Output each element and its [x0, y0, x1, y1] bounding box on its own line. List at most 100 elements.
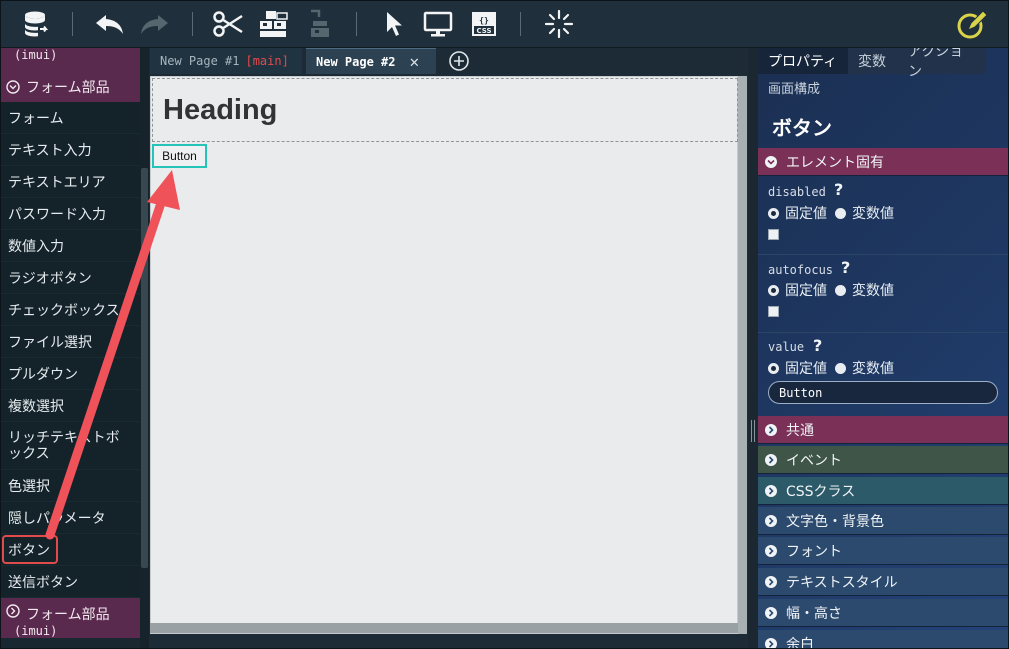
palette-item-hidden-param[interactable]: 隠しパラメータ [0, 502, 140, 534]
palette-item-number[interactable]: 数値入力 [0, 230, 140, 262]
palette-item-richtext[interactable]: リッチテキストボックス [0, 422, 140, 470]
tab-screen-structure[interactable]: 画面構成 [758, 74, 838, 100]
chevron-down-circle-icon [6, 80, 20, 94]
palette-scrollbar[interactable] [140, 48, 149, 649]
loading-spinner-icon[interactable] [543, 8, 575, 40]
radio-fixed[interactable] [768, 284, 779, 296]
section-element-specific[interactable]: エレメント固有 [758, 148, 1009, 176]
palette-group-form-parts-imui[interactable]: フォーム部品 (imui) [0, 598, 140, 638]
palette-item-label: テキスト入力 [8, 142, 92, 159]
section-common[interactable]: 共通 [758, 416, 1009, 444]
palette-group-label: フォーム部品 [26, 607, 110, 623]
toolbar-separator [520, 12, 521, 36]
tab-actions[interactable]: アクション [898, 48, 986, 80]
palette-item-label: パスワード入力 [8, 206, 106, 223]
canvas-vertical-scrollbar[interactable] [738, 76, 747, 634]
palette-group-label: フォーム部品 [26, 80, 110, 96]
palette-item-text-input[interactable]: テキスト入力 [0, 134, 140, 166]
radio-label: 変数値 [852, 361, 894, 377]
paste-structure-icon[interactable] [304, 8, 336, 40]
toolbar: {} CSS [0, 0, 1009, 48]
prop-autofocus-mode: 固定値 変数値 [768, 280, 894, 300]
palette-group-sub: (imui) [14, 624, 58, 638]
section-event[interactable]: イベント [758, 446, 1009, 474]
chevron-right-circle-icon [765, 606, 777, 619]
divider [758, 332, 1009, 333]
prop-value-input[interactable]: Button [768, 381, 998, 404]
palette-item-file[interactable]: ファイル選択 [0, 326, 140, 358]
css-file-icon[interactable]: {} CSS [468, 8, 500, 40]
palette-item-multiselect[interactable]: 複数選択 [0, 390, 140, 422]
database-export-icon[interactable] [20, 8, 52, 40]
radio-variable[interactable] [835, 284, 846, 296]
component-palette: (imui) フォーム部品 フォーム テキスト入力 テキストエリア パスワード入… [0, 48, 140, 649]
palette-item-label: ファイル選択 [8, 334, 92, 351]
section-colors[interactable]: 文字色・背景色 [758, 507, 1009, 535]
help-icon[interactable]: ? [834, 180, 843, 199]
radio-variable[interactable] [835, 362, 846, 374]
splitter-grip[interactable] [751, 420, 755, 442]
help-icon[interactable]: ? [841, 258, 850, 277]
palette-item-form[interactable]: フォーム [0, 102, 140, 134]
radio-label: 変数値 [852, 206, 894, 222]
radio-variable[interactable] [835, 207, 846, 219]
section-label: 文字色・背景色 [786, 513, 884, 530]
tab-label: 画面構成 [768, 81, 821, 97]
section-size[interactable]: 幅・高さ [758, 599, 1009, 627]
palette-item-pulldown[interactable]: プルダウン [0, 358, 140, 390]
palette-item-button[interactable]: ボタン [0, 534, 140, 566]
palette-item-label: フォーム [8, 110, 64, 127]
palette-item-radio[interactable]: ラジオボタン [0, 262, 140, 294]
palette-item-color[interactable]: 色選択 [0, 470, 140, 502]
tab-variables[interactable]: 変数 [848, 48, 898, 74]
scrollbar-thumb[interactable] [141, 168, 148, 568]
palette-item-checkbox[interactable]: チェックボックス [0, 294, 140, 326]
palette-group-form-parts[interactable]: フォーム部品 [0, 72, 140, 102]
tab-properties[interactable]: プロパティ [758, 48, 848, 74]
preview-monitor-icon[interactable] [422, 8, 454, 40]
add-tab-icon[interactable] [448, 50, 470, 72]
palette-item-label: 複数選択 [8, 398, 64, 415]
canvas-horizontal-scrollbar[interactable] [150, 623, 738, 633]
toolbar-separator [192, 12, 193, 36]
canvas-button[interactable]: Button [152, 144, 207, 168]
radio-fixed[interactable] [768, 362, 779, 374]
select-pointer-icon[interactable] [378, 8, 410, 40]
chevron-right-circle-icon [765, 544, 777, 557]
palette-item-label: 隠しパラメータ [8, 510, 106, 527]
palette-item-label: リッチテキストボックス [8, 429, 120, 462]
chevron-right-circle-icon [765, 453, 777, 466]
undo-icon[interactable] [94, 8, 126, 40]
section-label: CSSクラス [786, 483, 856, 500]
copy-structure-icon[interactable] [258, 8, 290, 40]
palette-item-label: プルダウン [8, 366, 78, 383]
palette-group-header[interactable]: (imui) [0, 48, 140, 72]
section-label: テキストスタイル [786, 574, 898, 591]
palette-item-password[interactable]: パスワード入力 [0, 198, 140, 230]
tab-new-page-2[interactable]: New Page #2 ✕ [306, 48, 436, 74]
canvas-heading[interactable]: Heading [152, 78, 738, 142]
close-icon[interactable]: ✕ [409, 52, 419, 71]
palette-item-label: 数値入力 [8, 238, 64, 255]
design-canvas[interactable]: Heading Button [150, 76, 738, 634]
section-text-style[interactable]: テキストスタイル [758, 568, 1009, 596]
section-margin[interactable]: 余白 [758, 630, 1009, 649]
palette-item-submit[interactable]: 送信ボタン [0, 566, 140, 598]
edit-pencil-icon[interactable] [956, 8, 988, 40]
prop-disabled-checkbox[interactable] [768, 229, 779, 240]
panel-splitter[interactable] [748, 48, 758, 649]
radio-fixed[interactable] [768, 207, 779, 219]
palette-item-label: テキストエリア [8, 174, 106, 191]
cut-icon[interactable] [212, 8, 244, 40]
prop-autofocus-checkbox[interactable] [768, 306, 779, 317]
help-icon[interactable]: ? [813, 336, 822, 355]
divider [758, 254, 1009, 255]
redo-icon[interactable] [138, 8, 170, 40]
tab-new-page-1[interactable]: New Page #1 [main] [150, 48, 302, 74]
chevron-right-circle-icon [765, 637, 777, 649]
section-css-class[interactable]: CSSクラス [758, 477, 1009, 505]
section-label: 余白 [786, 636, 814, 649]
section-font[interactable]: フォント [758, 537, 1009, 565]
radio-label: 固定値 [785, 206, 827, 222]
palette-item-textarea[interactable]: テキストエリア [0, 166, 140, 198]
